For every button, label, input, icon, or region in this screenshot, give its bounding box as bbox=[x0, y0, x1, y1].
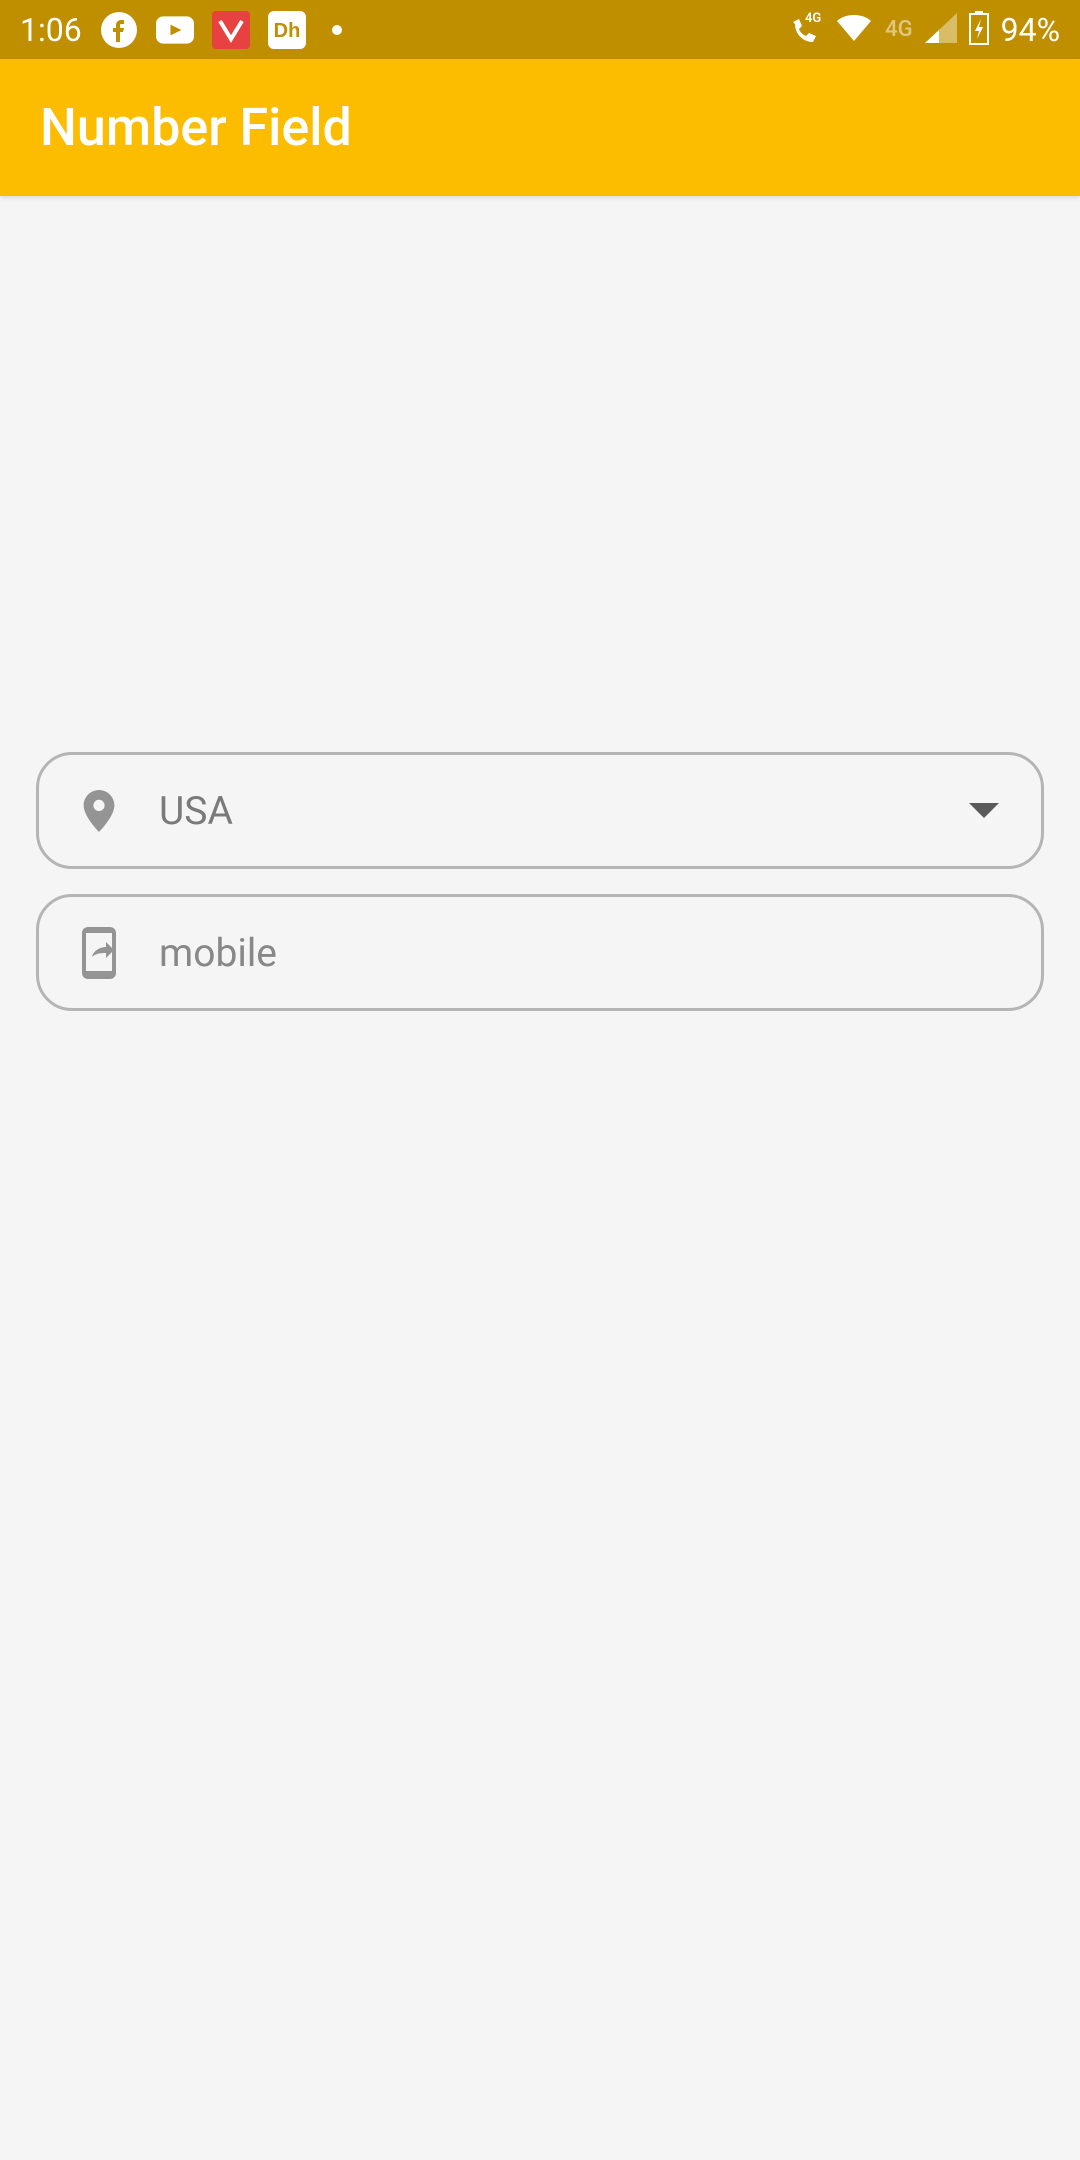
wifi-icon bbox=[835, 13, 873, 47]
v-app-icon bbox=[212, 11, 250, 49]
status-bar: 1:06 Dh 4G 4G 94% bbox=[0, 0, 1080, 59]
status-time: 1:06 bbox=[20, 11, 82, 49]
volte-call-icon: 4G bbox=[787, 10, 823, 50]
country-value: USA bbox=[159, 788, 967, 834]
facebook-icon bbox=[100, 11, 138, 49]
notification-dot-icon bbox=[332, 25, 342, 35]
status-right-group: 4G 4G 94% bbox=[787, 10, 1060, 50]
battery-percent: 94% bbox=[1001, 11, 1060, 49]
mobile-placeholder: mobile bbox=[159, 930, 1001, 976]
status-left-group: 1:06 Dh bbox=[20, 11, 342, 49]
mobile-input[interactable]: mobile bbox=[36, 894, 1044, 1011]
youtube-icon bbox=[156, 11, 194, 49]
app-bar: Number Field bbox=[0, 59, 1080, 196]
app-title: Number Field bbox=[40, 97, 352, 158]
dh-app-icon: Dh bbox=[268, 11, 306, 49]
svg-text:4G: 4G bbox=[805, 11, 821, 26]
content-area: USA mobile bbox=[0, 196, 1080, 1011]
signal-icon bbox=[925, 13, 957, 47]
country-dropdown[interactable]: USA bbox=[36, 752, 1044, 869]
battery-charging-icon bbox=[969, 11, 989, 49]
mobile-share-icon bbox=[75, 925, 123, 981]
chevron-down-icon bbox=[967, 801, 1001, 821]
network-4g-label: 4G bbox=[885, 17, 913, 42]
svg-text:Dh: Dh bbox=[273, 20, 300, 42]
location-pin-icon bbox=[75, 790, 123, 832]
